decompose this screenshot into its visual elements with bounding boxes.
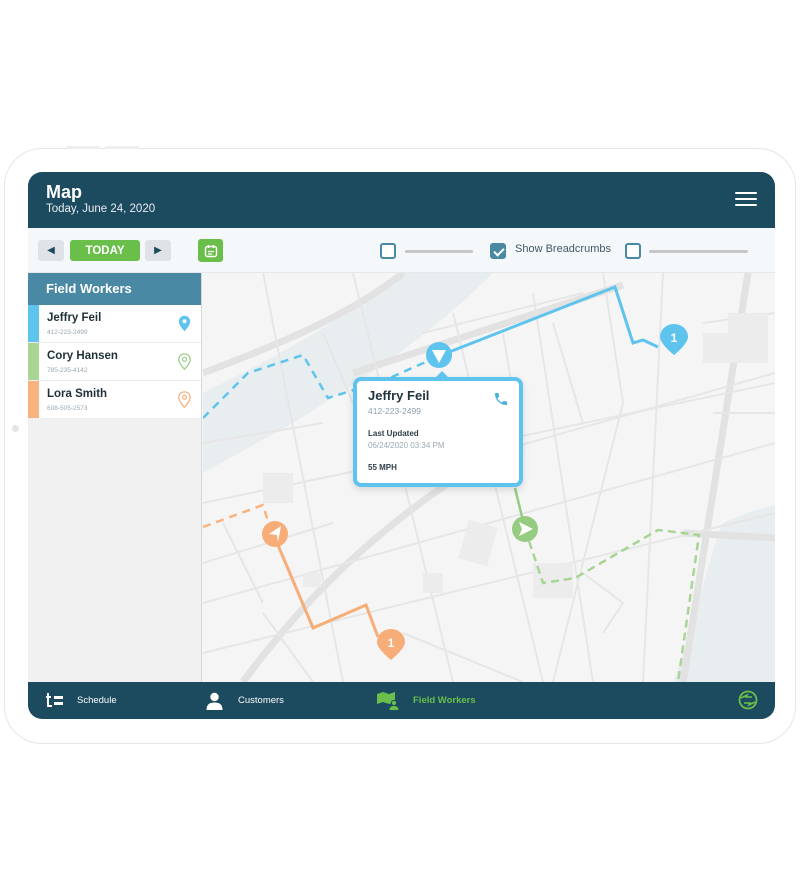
device-camera xyxy=(12,425,19,432)
orange-breadcrumb-trail xyxy=(203,503,273,532)
last-updated-label: Last Updated xyxy=(368,429,419,438)
tab-label: Field Workers xyxy=(413,695,476,706)
worker-name: Cory Hansen xyxy=(47,350,118,362)
app-header: Map Today, June 24, 2020 xyxy=(28,172,775,228)
next-day-button[interactable]: ▶ xyxy=(145,240,171,261)
show-breadcrumbs-label: Show Breadcrumbs xyxy=(515,243,611,255)
popup-worker-name: Jeffry Feil xyxy=(368,388,430,403)
arrow-right-icon: ▶ xyxy=(154,245,162,256)
worker-name: Lora Smith xyxy=(47,388,108,400)
page-title: Map xyxy=(46,182,82,202)
today-button[interactable]: TODAY xyxy=(70,240,140,261)
show-breadcrumbs-checkbox[interactable] xyxy=(490,243,506,259)
arrow-left-icon: ◀ xyxy=(47,245,55,256)
stop-number: 1 xyxy=(388,636,395,650)
blue-vehicle-marker[interactable] xyxy=(426,342,452,368)
user-icon xyxy=(206,692,223,710)
field-workers-sidebar: Field Workers Jeffry Feil 412-223-2499 C… xyxy=(28,273,202,682)
worker-list-item[interactable]: Lora Smith 608-505-2573 xyxy=(28,381,201,419)
worker-color-bar xyxy=(28,381,39,418)
worker-color-bar xyxy=(28,343,39,380)
worker-phone: 785-235-4142 xyxy=(47,367,88,374)
worker-phone: 412-223-2499 xyxy=(47,329,88,336)
location-pin-icon[interactable] xyxy=(178,315,191,332)
sync-icon[interactable] xyxy=(737,690,759,710)
sidebar-title: Field Workers xyxy=(28,273,201,305)
location-pin-icon[interactable] xyxy=(178,391,191,408)
map-view[interactable]: 1 1 Jeffry Feil 412-223-2499 Last Update… xyxy=(203,273,775,682)
previous-day-button[interactable]: ◀ xyxy=(38,240,64,261)
green-vehicle-marker[interactable] xyxy=(512,516,538,542)
worker-list-item[interactable]: Jeffry Feil 412-223-2499 xyxy=(28,305,201,343)
worker-info-popup: Jeffry Feil 412-223-2499 Last Updated 06… xyxy=(353,371,523,487)
tab-schedule[interactable]: Schedule xyxy=(46,682,117,719)
worker-list-item[interactable]: Cory Hansen 785-235-4142 xyxy=(28,343,201,381)
calendar-icon xyxy=(204,244,217,257)
tab-field-workers[interactable]: Field Workers xyxy=(377,682,476,719)
speed-value: 55 MPH xyxy=(368,463,397,472)
phone-icon[interactable] xyxy=(493,391,509,407)
map-user-icon xyxy=(377,691,399,710)
schedule-icon xyxy=(46,693,63,707)
page-subtitle: Today, June 24, 2020 xyxy=(46,203,156,215)
location-pin-icon[interactable] xyxy=(178,353,191,370)
tab-label: Customers xyxy=(238,695,284,706)
layer-label-placeholder-3 xyxy=(649,250,748,253)
worker-name: Jeffry Feil xyxy=(47,312,102,324)
worker-color-bar xyxy=(28,305,39,342)
bottom-navigation: Schedule Customers Field Workers xyxy=(28,682,775,719)
blue-stop-marker[interactable]: 1 xyxy=(660,324,688,355)
orange-vehicle-marker[interactable] xyxy=(262,521,288,547)
popup-worker-phone: 412-223-2499 xyxy=(368,406,421,416)
hamburger-menu-icon[interactable] xyxy=(735,192,757,208)
worker-phone: 608-505-2573 xyxy=(47,405,88,412)
layer-checkbox-1[interactable] xyxy=(380,243,396,259)
calendar-button[interactable] xyxy=(198,239,223,262)
layer-label-placeholder-1 xyxy=(405,250,473,253)
orange-stop-marker[interactable]: 1 xyxy=(377,629,405,660)
last-updated-value: 06/24/2020 03:34 PM xyxy=(368,441,445,450)
toolbar: ◀ TODAY ▶ Show Breadcrumbs xyxy=(28,228,775,273)
device-button xyxy=(105,146,139,149)
app-screen: Map Today, June 24, 2020 ◀ TODAY ▶ Show … xyxy=(28,172,775,719)
stop-number: 1 xyxy=(671,331,678,345)
device-button xyxy=(66,146,100,149)
tab-customers[interactable]: Customers xyxy=(206,682,284,719)
layer-checkbox-3[interactable] xyxy=(625,243,641,259)
tab-label: Schedule xyxy=(77,695,117,706)
